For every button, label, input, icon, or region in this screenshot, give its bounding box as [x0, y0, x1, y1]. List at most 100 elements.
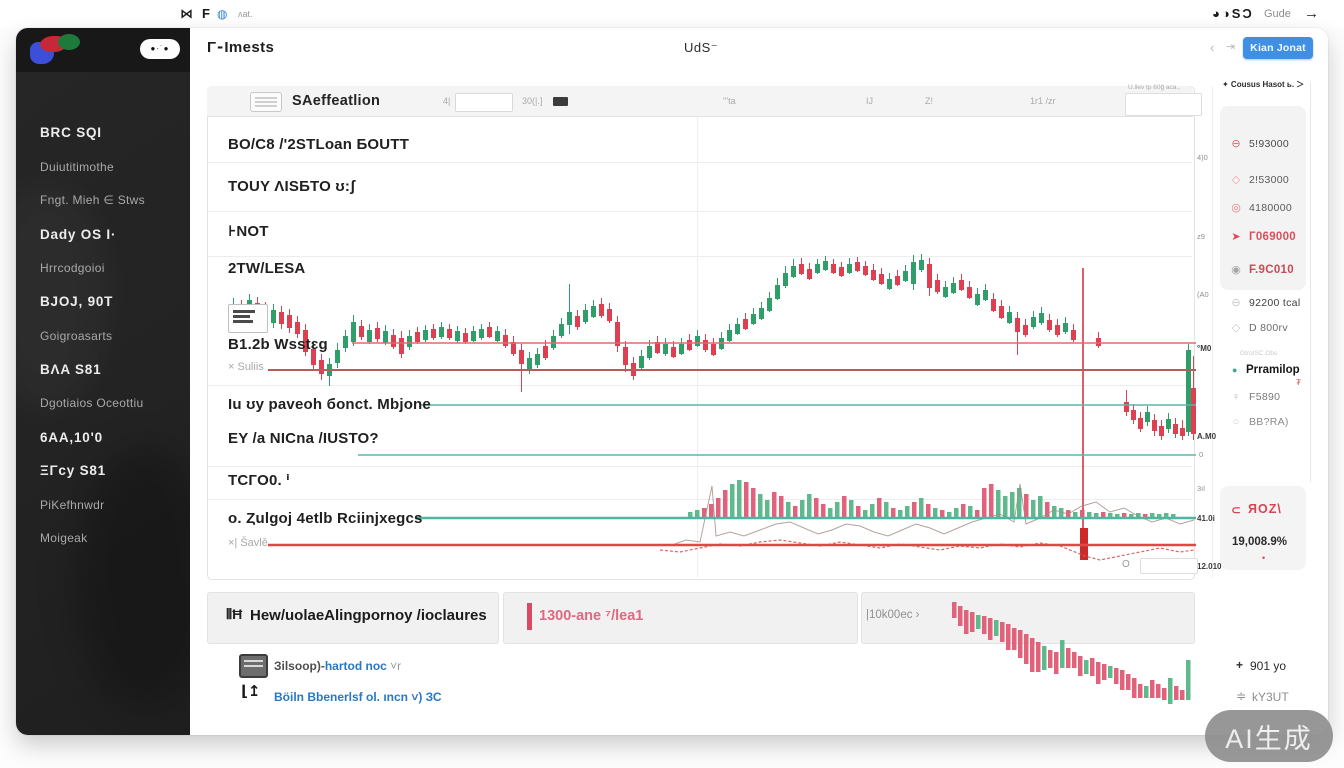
watchlist-row-icon: ◇ — [1230, 321, 1242, 334]
pin-icon[interactable]: ⇥ — [1226, 40, 1235, 53]
topbar-guide-label: Gude — [1264, 8, 1291, 20]
chart-zoom-handle-icon[interactable]: O — [1122, 559, 1130, 570]
sidebar-item-7[interactable]: BΛA S81 — [40, 353, 145, 387]
chart-annotation-0: BO/C8 /'2STLoan БOUTT — [228, 136, 409, 153]
sidebar: ●·˙● BRC SQIDuiutitimotheFngt. Mieh ∈ St… — [16, 28, 190, 735]
watchlist-row-value: F.9C010 — [1249, 264, 1294, 276]
chart-range-slider[interactable] — [1140, 558, 1198, 574]
sidebar-item-3[interactable]: Dady OS I· — [40, 217, 145, 251]
chart-annotation-7: EY /a NICna /IUSTO? — [228, 430, 379, 447]
watchlist-row-3[interactable]: ➤ Г069000 — [1230, 230, 1296, 243]
row-separator — [208, 466, 1192, 467]
interval-label: 4| — [443, 96, 450, 106]
sidebar-menu-pill[interactable]: ●·˙● — [140, 39, 180, 59]
panel-divider — [1212, 86, 1213, 578]
plus-icon[interactable]: + — [1236, 658, 1243, 672]
watchlist-row-value: BB?RA) — [1249, 416, 1289, 428]
chart-annotation-3: 2TW/LESA — [228, 260, 305, 277]
sidebar-item-0[interactable]: BRC SQI — [40, 116, 145, 150]
chart-annotation-9: o. Ȥulgoj 4etlb Rciinjxegcs — [228, 510, 423, 527]
interval-input[interactable] — [455, 93, 513, 112]
watchlist-row-0[interactable]: ⊖5!93000 — [1230, 137, 1289, 150]
watchlist-row-value: Г069000 — [1249, 231, 1296, 243]
chart-annotation-8: TCГO0. ⁱ — [228, 471, 290, 489]
row-separator — [208, 499, 1192, 500]
roz-label[interactable]: ЯOZ\ — [1248, 502, 1282, 516]
chart-annotation-5: × Suliis — [228, 361, 264, 373]
sidebar-item-1[interactable]: Duiutitimothe — [40, 150, 145, 184]
chart-annotation-2: ⊦NOT — [228, 222, 269, 240]
axis-label: 12.010 — [1197, 562, 1221, 571]
mini-chart-label: |10k00ec › — [866, 609, 920, 621]
sidebar-item-5[interactable]: BJOJ, 90T — [40, 285, 145, 319]
watchlist-row-6[interactable]: ◇ D 800rv — [1230, 321, 1288, 334]
sidebar-item-11[interactable]: PiKefhnwdr — [40, 488, 145, 522]
chart-title: SAeffeatlion — [292, 93, 380, 109]
os-topbar: ⋈ F ◍ ʌat. ◕◑SƆ Gude → — [0, 0, 1344, 28]
axis-label: 4)0 — [1197, 153, 1208, 162]
topbar-status-icons[interactable]: ◕◑SƆ — [1212, 6, 1254, 21]
right-divider — [1310, 82, 1311, 482]
sidebar-item-4[interactable]: Hrrcodgoioi — [40, 251, 145, 285]
chart-type-icon[interactable] — [250, 92, 282, 112]
watchlist-row-value: 4180000 — [1249, 202, 1292, 214]
app-root: ⋈ F ◍ ʌat. ◕◑SƆ Gude → ●·˙● BRC SQIDuiut… — [0, 0, 1344, 768]
featured-dot-icon: ● — [1232, 365, 1237, 375]
watchlist-footnote: GtroISC.Obs — [1240, 350, 1277, 357]
primary-action-button[interactable]: Kian Jonat — [1243, 37, 1313, 59]
chart-legend-icon[interactable] — [228, 304, 268, 333]
chart-header-tick: IJ — [866, 96, 873, 106]
indicator-chip-icon[interactable] — [553, 97, 568, 106]
watchlist-row-1[interactable]: ◇2!53000 — [1230, 173, 1289, 186]
sidebar-item-2[interactable]: Fngt. Mieh ∈ Stws — [40, 184, 145, 218]
footer-link-2[interactable]: Böiln Bbenerlsf ol. ıncn ˅) ЗС — [274, 690, 442, 704]
header-center-label: UdS⁻ — [684, 40, 718, 56]
ai-watermark: AI生成 — [1205, 710, 1333, 762]
topbar-label: ʌat. — [238, 9, 253, 19]
page-title: Γ⁃Imests — [207, 38, 274, 56]
period-label: 30(|.] — [522, 96, 542, 106]
alert-headline[interactable]: 1300-ane ⁷/lea1 — [539, 608, 643, 624]
watchlist-header[interactable]: ✦ Cousus Hasot ь. ＞ — [1222, 79, 1304, 90]
sidebar-item-8[interactable]: Dgotiaios Oceottiu — [40, 386, 145, 420]
chart-header-tick: Z! — [925, 96, 933, 106]
roz-dot-icon: • — [1262, 553, 1265, 563]
chart-corner-note: U.llev tp 60ğ aca., — [1128, 84, 1180, 91]
forward-arrow-icon[interactable]: → — [1304, 5, 1319, 22]
watchlist-row-7[interactable]: ♀F5890 — [1230, 391, 1280, 403]
roz-value: 19,008.9% — [1232, 536, 1287, 548]
axis-label: 0 — [1199, 450, 1203, 459]
watchlist-row-icon: ➤ — [1230, 230, 1242, 243]
window-controls-icon[interactable]: ⋈ — [180, 6, 193, 22]
watchlist-row-value: D 800rv — [1249, 322, 1288, 334]
chart-header-tick: 1r1 /zr — [1030, 96, 1056, 106]
watchlist-row-value: 92200 tcal — [1249, 297, 1300, 309]
sidebar-item-6[interactable]: Goigroasarts — [40, 319, 145, 353]
axis-label: 3ıl — [1197, 484, 1205, 493]
chart-panel[interactable] — [207, 86, 1195, 580]
axis-label: (A0 — [1197, 290, 1209, 299]
watchlist-row-8[interactable]: ○BB?RA) — [1230, 416, 1289, 428]
browser-icon[interactable]: ◍ — [217, 7, 227, 21]
news-headline[interactable]: Hew/uolaeAlingpornoy /ioclaures — [250, 607, 487, 624]
watchlist-row-2[interactable]: ◎ 4180000 — [1230, 201, 1292, 214]
back-chevron-icon[interactable]: ‹ — [1210, 40, 1214, 55]
app-menu-icon[interactable]: F — [202, 6, 210, 21]
watchlist-row-4[interactable]: ◉F.9C010 — [1230, 263, 1294, 276]
sidebar-item-10[interactable]: ΞΓcy S81 — [40, 454, 145, 488]
sidebar-item-12[interactable]: Moigeak — [40, 522, 145, 556]
watchlist-row-icon: ◎ — [1230, 201, 1242, 214]
featured-item-label[interactable]: Prramilop — [1246, 364, 1300, 376]
watchlist-row-icon: ♀ — [1230, 391, 1242, 403]
upload-arrow-icon: ⌊↥ — [241, 682, 260, 700]
sidebar-menu: BRC SQIDuiutitimotheFngt. Mieh ∈ StwsDad… — [40, 116, 145, 555]
chart-annotation-4: B1.2b Wsstɛg — [228, 336, 328, 353]
footer-link-1-text[interactable]: hartod noc — [325, 659, 387, 673]
equalizer-icon[interactable]: ≑ — [1236, 689, 1246, 703]
footer-link-1[interactable]: Зilsoop)-hartod noc ˅r — [274, 659, 401, 673]
chart-search-input[interactable] — [1125, 93, 1202, 116]
app-logo[interactable] — [30, 36, 82, 66]
axis-label: 41.0i — [1197, 514, 1215, 523]
watchlist-row-5[interactable]: ⊖92200 tcal — [1230, 296, 1300, 309]
sidebar-item-9[interactable]: 6AA,10'0 — [40, 420, 145, 454]
